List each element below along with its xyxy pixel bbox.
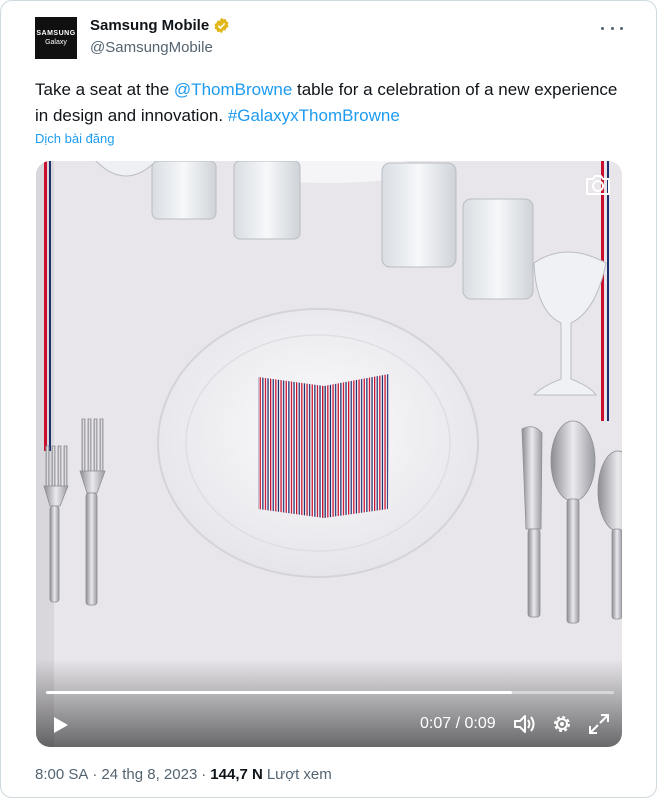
author-name[interactable]: Samsung Mobile	[90, 17, 209, 34]
views-label: Lượt xem	[266, 766, 332, 783]
mention-link[interactable]: @ThomBrowne	[174, 80, 292, 99]
author-handle[interactable]: @SamsungMobile	[90, 39, 213, 56]
video-progress-bar[interactable]	[46, 691, 614, 694]
translate-post-link[interactable]: Dịch bài đăng	[35, 131, 115, 146]
video-controls: 0:07 / 0:09	[36, 701, 622, 747]
settings-gear-icon[interactable]	[551, 713, 573, 735]
hashtag-link[interactable]: #GalaxyxThomBrowne	[228, 106, 400, 125]
verified-badge-icon	[214, 17, 229, 34]
post-date[interactable]: 24 thg 8, 2023	[101, 766, 197, 783]
video-time: 0:07 / 0:09	[420, 715, 496, 733]
video-frame	[36, 161, 622, 747]
tweet-text: Take a seat at the @ThomBrowne table for…	[35, 77, 625, 129]
avatar[interactable]: SAMSUNG Galaxy	[35, 17, 77, 59]
avatar-sub-text: Galaxy	[45, 39, 67, 46]
post-time[interactable]: 8:00 SA	[35, 766, 88, 783]
camera-icon[interactable]	[584, 173, 612, 197]
tweet-meta: 8:00 SA · 24 thg 8, 2023 · 144,7 N Lượt …	[35, 766, 332, 783]
volume-icon[interactable]	[512, 713, 536, 735]
tweet-text-part: Take a seat at the	[35, 80, 174, 99]
play-icon[interactable]	[50, 715, 70, 735]
views-count: 144,7 N	[210, 766, 263, 783]
avatar-brand-text: SAMSUNG	[36, 30, 76, 37]
video-time-separator: /	[451, 715, 465, 732]
more-icon[interactable]	[601, 19, 623, 37]
video-current-time: 0:07	[420, 715, 452, 732]
tweet-card: SAMSUNG Galaxy Samsung Mobile @SamsungMo…	[0, 0, 657, 798]
meta-dot: ·	[92, 766, 98, 783]
meta-dot: ·	[201, 766, 207, 783]
video-progress-fill	[46, 691, 512, 694]
fullscreen-icon[interactable]	[588, 713, 610, 735]
video-player[interactable]: 0:07 / 0:09	[36, 161, 622, 747]
author-name-row: Samsung Mobile	[90, 17, 230, 34]
video-total-time: 0:09	[464, 715, 496, 732]
